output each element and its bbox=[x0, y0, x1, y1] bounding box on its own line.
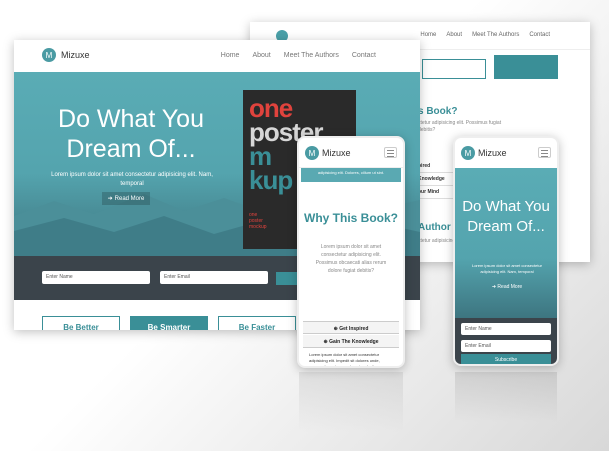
why-title: Why This Book? bbox=[304, 211, 398, 225]
name-input[interactable]: Enter Name bbox=[42, 271, 150, 284]
accordion-label-1: Get Inspired bbox=[339, 326, 369, 332]
p2-subscribe-button[interactable]: Subscribe bbox=[461, 354, 551, 364]
p2-brand-name: Mizuxe bbox=[478, 148, 507, 158]
nav-about[interactable]: About bbox=[252, 52, 270, 59]
nav-home[interactable]: Home bbox=[221, 52, 240, 59]
teal-strip: adipisicing elit. Dolores, cillum ut sin… bbox=[301, 168, 401, 182]
p1-reflection bbox=[299, 372, 403, 432]
back-outline-button[interactable] bbox=[422, 59, 486, 79]
p2-brand-logo[interactable]: M Mizuxe bbox=[461, 146, 507, 160]
p2-logo-icon: M bbox=[461, 146, 475, 160]
p2-name-input[interactable]: Enter Name bbox=[461, 323, 551, 335]
arrow-right-icon: ➜ bbox=[107, 196, 113, 202]
back-nav-contact[interactable]: Contact bbox=[529, 32, 550, 38]
card-be-faster[interactable]: Be Faster bbox=[218, 316, 296, 330]
p1-brand-logo[interactable]: M Mizuxe bbox=[305, 146, 351, 160]
navbar: M Mizuxe Home About Meet The Authors Con… bbox=[14, 40, 420, 72]
accordion-label-2: Gain The Knowledge bbox=[329, 339, 379, 345]
back-nav-home[interactable]: Home bbox=[420, 32, 436, 38]
back-teal-button[interactable] bbox=[494, 55, 558, 79]
accordion-get-inspired[interactable]: ⊕ Get Inspired bbox=[303, 321, 399, 334]
p2-read-more-button[interactable]: ➜ Read More bbox=[485, 282, 529, 292]
back-nav-about[interactable]: About bbox=[446, 32, 462, 38]
back-nav-links: Home About Meet The Authors Contact bbox=[420, 32, 550, 38]
p2-hero-subtitle: Lorem ipsum dolor sit amet consectetur a… bbox=[471, 263, 543, 274]
p2-navbar: M Mizuxe bbox=[455, 138, 557, 168]
p1-logo-icon: M bbox=[305, 146, 319, 160]
back-why-body: ctetur adipisicing elit. Possimus fugiat… bbox=[418, 120, 502, 133]
hero-subtitle: Lorem ipsum dolor sit amet consectetur a… bbox=[51, 172, 213, 187]
nav-authors[interactable]: Meet The Authors bbox=[284, 52, 339, 59]
why-body: Lorem ipsum dolor sit amet consectetur a… bbox=[315, 244, 387, 274]
card-be-smarter[interactable]: Be Smarter bbox=[130, 316, 208, 330]
p2-hero-title: Do What You Dream Of... bbox=[462, 198, 550, 235]
p1-navbar: M Mizuxe bbox=[299, 138, 403, 168]
feature-boxes: Be Better Be Smarter Be Faster bbox=[42, 316, 296, 330]
p2-read-more-label: Read More bbox=[497, 284, 523, 290]
mobile-screen-why: M Mizuxe adipisicing elit. Dolores, cill… bbox=[297, 136, 405, 368]
nav-links: Home About Meet The Authors Contact bbox=[221, 52, 376, 59]
card-be-better[interactable]: Be Better bbox=[42, 316, 120, 330]
hero-title: Do What You Dream Of... bbox=[58, 105, 204, 163]
p2-hero-section: Do What You Dream Of... Lorem ipsum dolo… bbox=[455, 168, 557, 318]
email-input[interactable]: Enter Email bbox=[160, 271, 268, 284]
mobile-screen-hero: M Mizuxe Do What You Dream Of... Lorem i… bbox=[453, 136, 559, 366]
hamburger-menu-icon[interactable] bbox=[384, 147, 397, 158]
nav-contact[interactable]: Contact bbox=[352, 52, 376, 59]
p2-reflection bbox=[455, 372, 557, 422]
read-more-label: Read More bbox=[114, 195, 145, 202]
accordion-content: Lorem ipsum dolor sit amet consectetur a… bbox=[309, 352, 380, 368]
logo-icon: M bbox=[42, 48, 56, 62]
brand-logo[interactable]: M Mizuxe bbox=[42, 48, 90, 62]
accordion-gain-knowledge[interactable]: ⊕ Gain The Knowledge bbox=[303, 335, 399, 348]
back-why-title: s Book? bbox=[418, 106, 458, 117]
p2-email-input[interactable]: Enter Email bbox=[461, 340, 551, 352]
p1-brand-name: Mizuxe bbox=[322, 148, 351, 158]
poster-small-text: one poster mockup bbox=[249, 212, 267, 230]
p2-hamburger-menu-icon[interactable] bbox=[538, 147, 551, 158]
brand-name: Mizuxe bbox=[61, 50, 90, 60]
back-nav-authors[interactable]: Meet The Authors bbox=[472, 32, 519, 38]
read-more-button[interactable]: ➜ Read More bbox=[102, 192, 150, 205]
back-author-title: Author bbox=[418, 222, 451, 233]
